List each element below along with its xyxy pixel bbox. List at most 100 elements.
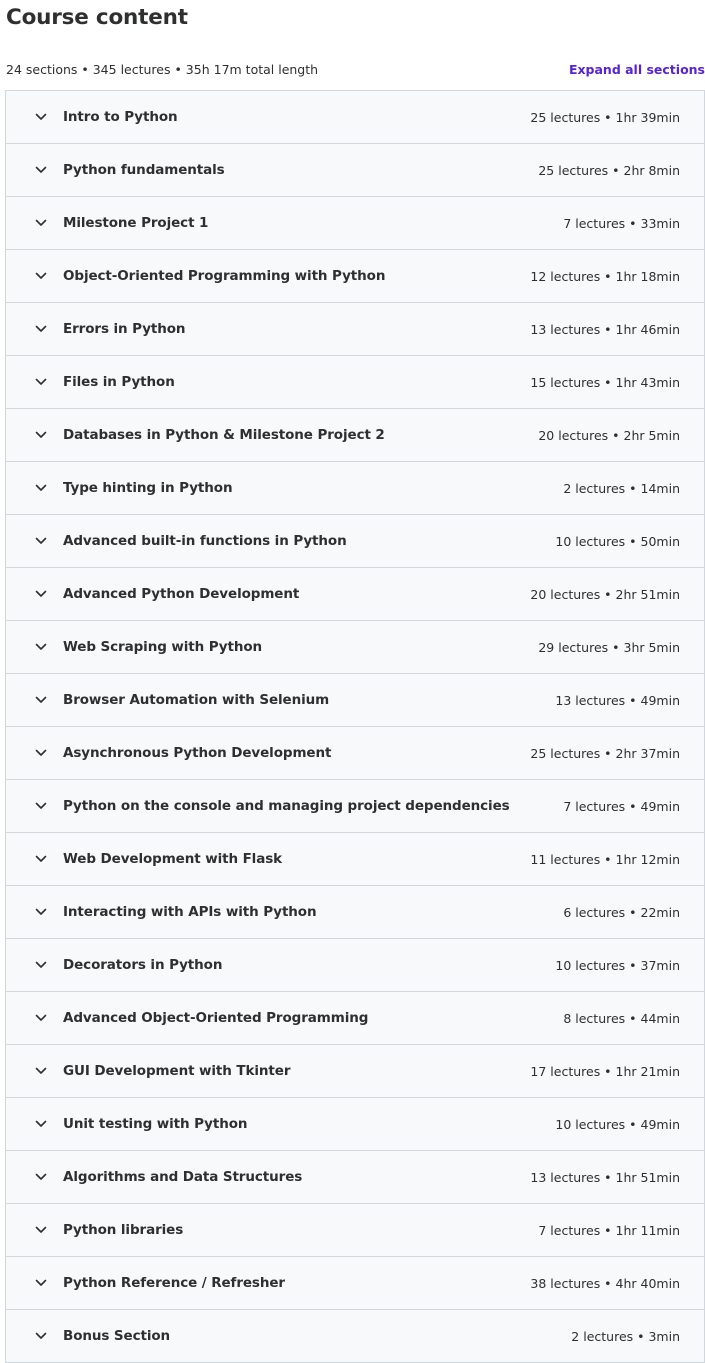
section-title: Python libraries <box>63 1222 184 1238</box>
section-meta: 10 lectures • 49min <box>555 1116 680 1132</box>
page-title: Course content <box>6 5 188 30</box>
section-title: Asynchronous Python Development <box>63 745 332 761</box>
section-meta: 7 lectures • 49min <box>563 798 680 814</box>
section-title: Object-Oriented Programming with Python <box>63 268 386 284</box>
section-header-19[interactable]: GUI Development with Tkinter 17 lectures… <box>6 1045 704 1098</box>
chevron-down-icon <box>34 693 48 707</box>
chevron-down-icon <box>34 1170 48 1184</box>
section-header-11[interactable]: Web Scraping with Python 29 lectures • 3… <box>6 621 704 674</box>
section-title: Unit testing with Python <box>63 1116 248 1132</box>
section-header-21[interactable]: Algorithms and Data Structures 13 lectur… <box>6 1151 704 1204</box>
section-title: Files in Python <box>63 374 175 390</box>
section-title: Browser Automation with Selenium <box>63 692 330 708</box>
section-meta: 7 lectures • 1hr 11min <box>538 1222 680 1238</box>
section-header-1[interactable]: Intro to Python 25 lectures • 1hr 39min <box>6 91 704 144</box>
chevron-down-icon <box>34 799 48 813</box>
section-header-12[interactable]: Browser Automation with Selenium 13 lect… <box>6 674 704 727</box>
expand-all-sections-button[interactable]: Expand all sections <box>569 62 705 77</box>
chevron-down-icon <box>34 1011 48 1025</box>
section-meta: 12 lectures • 1hr 18min <box>530 268 680 284</box>
section-meta: 25 lectures • 2hr 8min <box>538 162 680 178</box>
section-header-9[interactable]: Advanced built-in functions in Python 10… <box>6 515 704 568</box>
chevron-down-icon <box>34 905 48 919</box>
section-meta: 17 lectures • 1hr 21min <box>530 1063 680 1079</box>
section-title: GUI Development with Tkinter <box>63 1063 291 1079</box>
section-title: Decorators in Python <box>63 957 223 973</box>
section-header-23[interactable]: Python Reference / Refresher 38 lectures… <box>6 1257 704 1310</box>
section-meta: 25 lectures • 1hr 39min <box>530 109 680 125</box>
section-title: Advanced Python Development <box>63 586 300 602</box>
section-title: Python fundamentals <box>63 162 225 178</box>
curriculum-summary: 24 sections • 345 lectures • 35h 17m tot… <box>6 61 319 77</box>
chevron-down-icon <box>34 163 48 177</box>
section-meta: 13 lectures • 1hr 51min <box>530 1169 680 1185</box>
section-header-14[interactable]: Python on the console and managing proje… <box>6 780 704 833</box>
section-header-6[interactable]: Files in Python 15 lectures • 1hr 43min <box>6 356 704 409</box>
section-title: Algorithms and Data Structures <box>63 1169 303 1185</box>
chevron-down-icon <box>34 1329 48 1343</box>
section-header-7[interactable]: Databases in Python & Milestone Project … <box>6 409 704 462</box>
section-meta: 13 lectures • 49min <box>555 692 680 708</box>
section-list: Intro to Python 25 lectures • 1hr 39min … <box>5 90 705 1363</box>
chevron-down-icon <box>34 481 48 495</box>
chevron-down-icon <box>34 110 48 124</box>
chevron-down-icon <box>34 534 48 548</box>
section-meta: 2 lectures • 14min <box>563 480 680 496</box>
course-content-page: Course content 24 sections • 345 lecture… <box>0 0 705 1363</box>
section-header-2[interactable]: Python fundamentals 25 lectures • 2hr 8m… <box>6 144 704 197</box>
section-meta: 29 lectures • 3hr 5min <box>538 639 680 655</box>
section-header-8[interactable]: Type hinting in Python 2 lectures • 14mi… <box>6 462 704 515</box>
chevron-down-icon <box>34 269 48 283</box>
section-title: Milestone Project 1 <box>63 215 209 231</box>
section-meta: 15 lectures • 1hr 43min <box>530 374 680 390</box>
curriculum-summary-bar: 24 sections • 345 lectures • 35h 17m tot… <box>6 59 705 79</box>
chevron-down-icon <box>34 375 48 389</box>
section-meta: 8 lectures • 44min <box>563 1010 680 1026</box>
section-title: Advanced Object-Oriented Programming <box>63 1010 369 1026</box>
chevron-down-icon <box>34 1064 48 1078</box>
section-header-18[interactable]: Advanced Object-Oriented Programming 8 l… <box>6 992 704 1045</box>
chevron-down-icon <box>34 587 48 601</box>
section-meta: 10 lectures • 37min <box>555 957 680 973</box>
section-title: Python Reference / Refresher <box>63 1275 285 1291</box>
section-meta: 7 lectures • 33min <box>563 215 680 231</box>
chevron-down-icon <box>34 746 48 760</box>
section-header-3[interactable]: Milestone Project 1 7 lectures • 33min <box>6 197 704 250</box>
chevron-down-icon <box>34 216 48 230</box>
section-title: Type hinting in Python <box>63 480 233 496</box>
chevron-down-icon <box>34 958 48 972</box>
section-header-22[interactable]: Python libraries 7 lectures • 1hr 11min <box>6 1204 704 1257</box>
section-header-17[interactable]: Decorators in Python 10 lectures • 37min <box>6 939 704 992</box>
section-meta: 25 lectures • 2hr 37min <box>530 745 680 761</box>
section-meta: 11 lectures • 1hr 12min <box>530 851 680 867</box>
section-title: Python on the console and managing proje… <box>63 798 510 814</box>
section-title: Interacting with APIs with Python <box>63 904 317 920</box>
section-meta: 38 lectures • 4hr 40min <box>530 1275 680 1291</box>
chevron-down-icon <box>34 1117 48 1131</box>
section-title: Web Scraping with Python <box>63 639 263 655</box>
section-meta: 6 lectures • 22min <box>563 904 680 920</box>
chevron-down-icon <box>34 852 48 866</box>
chevron-down-icon <box>34 1276 48 1290</box>
section-header-4[interactable]: Object-Oriented Programming with Python … <box>6 250 704 303</box>
section-meta: 2 lectures • 3min <box>571 1328 680 1344</box>
section-title: Intro to Python <box>63 109 178 125</box>
section-header-20[interactable]: Unit testing with Python 10 lectures • 4… <box>6 1098 704 1151</box>
chevron-down-icon <box>34 428 48 442</box>
chevron-down-icon <box>34 322 48 336</box>
chevron-down-icon <box>34 1223 48 1237</box>
chevron-down-icon <box>34 640 48 654</box>
section-header-16[interactable]: Interacting with APIs with Python 6 lect… <box>6 886 704 939</box>
section-header-13[interactable]: Asynchronous Python Development 25 lectu… <box>6 727 704 780</box>
section-meta: 10 lectures • 50min <box>555 533 680 549</box>
section-header-10[interactable]: Advanced Python Development 20 lectures … <box>6 568 704 621</box>
section-title: Errors in Python <box>63 321 186 337</box>
section-meta: 20 lectures • 2hr 5min <box>538 427 680 443</box>
section-meta: 13 lectures • 1hr 46min <box>530 321 680 337</box>
section-meta: 20 lectures • 2hr 51min <box>530 586 680 602</box>
section-title: Bonus Section <box>63 1328 171 1344</box>
section-title: Web Development with Flask <box>63 851 283 867</box>
section-header-24[interactable]: Bonus Section 2 lectures • 3min <box>6 1310 704 1362</box>
section-header-15[interactable]: Web Development with Flask 11 lectures •… <box>6 833 704 886</box>
section-header-5[interactable]: Errors in Python 13 lectures • 1hr 46min <box>6 303 704 356</box>
